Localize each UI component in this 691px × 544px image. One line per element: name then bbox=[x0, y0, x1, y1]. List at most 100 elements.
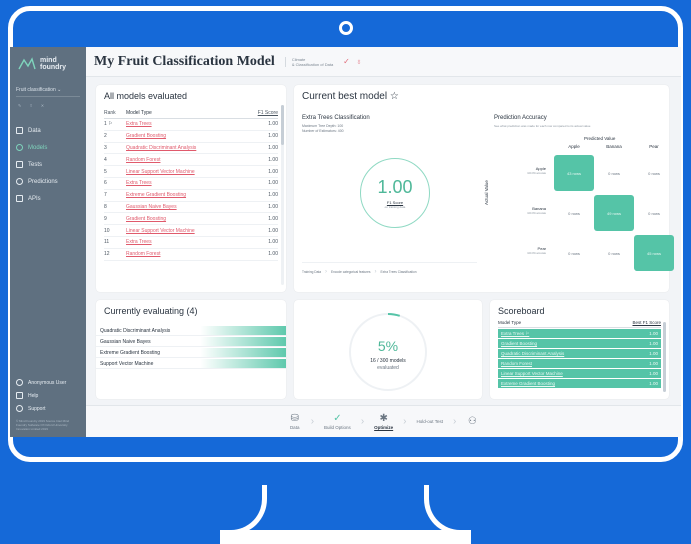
step-hold-out-test[interactable]: Hold-out Test bbox=[417, 419, 443, 424]
model-type-link[interactable]: Extra Trees bbox=[126, 180, 252, 186]
rank-cell: 9 bbox=[104, 215, 107, 222]
user-menu[interactable]: Anonymous User bbox=[10, 376, 86, 389]
param-line: Number of Estimators: 400 bbox=[302, 128, 344, 133]
folder-icon bbox=[16, 127, 23, 134]
table-row[interactable]: Gradient Boosting 1.00 bbox=[498, 339, 661, 348]
model-type-link[interactable]: Random Forest bbox=[126, 251, 252, 257]
table-row[interactable]: 6 Extra Trees 1.00 bbox=[104, 178, 278, 190]
table-row[interactable]: Linear Support Vector Machine 1.00 bbox=[498, 369, 661, 378]
table-row[interactable]: 4 Random Forest 1.00 bbox=[104, 154, 278, 167]
panel-title: All models evaluated bbox=[104, 91, 188, 101]
step-build-options[interactable]: ✓ Build Options bbox=[324, 413, 351, 430]
sidebar-item-apis[interactable]: APIs bbox=[10, 190, 86, 207]
model-type-link[interactable]: Gradient Boosting bbox=[126, 133, 252, 139]
share-icon[interactable]: ⇪ bbox=[29, 103, 32, 108]
matrix-cell: 43 rows bbox=[554, 155, 594, 191]
model-type-link[interactable]: Extra Trees bbox=[126, 239, 252, 245]
model-type-link[interactable]: Quadratic Discriminant Analysis bbox=[501, 351, 638, 356]
copyright-text: © Mind Foundry 2019 Source Intel Mind Fo… bbox=[16, 419, 70, 431]
model-type-link[interactable]: Extreme Gradient Boosting bbox=[501, 381, 638, 386]
best-score-value: 1.00 bbox=[377, 177, 413, 197]
rank-cell: 6 bbox=[104, 180, 107, 187]
support-link[interactable]: Support bbox=[10, 402, 86, 415]
project-selector[interactable]: Fruit classification ⌄ bbox=[16, 87, 80, 97]
sidebar-footer: Anonymous User Help Support © Mind Found… bbox=[10, 376, 86, 431]
score-cell: 1.00 bbox=[268, 192, 278, 199]
model-type-link[interactable]: Extra Trees bbox=[126, 121, 252, 127]
step-optimize[interactable]: ✱ Optimize bbox=[374, 413, 393, 430]
score-cell: 1.00 bbox=[268, 239, 278, 246]
sidebar-nav: Data Models Tests Predictions APIs bbox=[10, 122, 86, 207]
model-type-link[interactable]: Gradient Boosting bbox=[501, 341, 638, 346]
column-header-type[interactable]: Model Type bbox=[126, 110, 252, 116]
edit-icon[interactable]: ✎ bbox=[18, 103, 21, 108]
model-type-link[interactable]: Linear Support Vector Machine bbox=[501, 371, 638, 376]
table-scrollbar[interactable] bbox=[281, 105, 284, 285]
table-row[interactable]: 10 Linear Support Vector Machine 1.00 bbox=[104, 225, 278, 237]
delete-icon[interactable]: ✕ bbox=[41, 103, 44, 108]
model-type-link[interactable]: Gradient Boosting bbox=[126, 216, 252, 222]
table-row[interactable]: 2 Gradient Boosting 1.00 bbox=[104, 131, 278, 143]
chart-icon bbox=[16, 178, 23, 185]
rank-cell: 8 bbox=[104, 203, 107, 210]
table-row[interactable]: 11 Extra Trees 1.00 bbox=[104, 237, 278, 249]
table-row[interactable]: 3 Quadratic Discriminant Analysis 1.00 bbox=[104, 143, 278, 155]
score-cell: 1.00 bbox=[649, 371, 658, 376]
help-link[interactable]: Help bbox=[10, 389, 86, 402]
model-type-link[interactable]: Random Forest bbox=[501, 361, 638, 366]
table-row[interactable]: Extreme Gradient Boosting 1.00 bbox=[498, 379, 661, 388]
list-item: Quadratic Discriminant Analysis bbox=[96, 326, 286, 336]
model-type-link[interactable]: Extreme Gradient Boosting bbox=[126, 192, 252, 198]
pipeline-step: Extra Trees Classification bbox=[380, 270, 417, 274]
sidebar-item-tests[interactable]: Tests bbox=[10, 156, 86, 173]
chevron-right-icon: › bbox=[325, 269, 328, 275]
sidebar-item-predictions[interactable]: Predictions bbox=[10, 173, 86, 190]
column-header-score[interactable]: Best F1 Score bbox=[621, 320, 661, 325]
delete-model-icon[interactable]: ♁ bbox=[356, 57, 362, 66]
score-cell: 1.00 bbox=[649, 381, 658, 386]
model-type-link[interactable]: Quadratic Discriminant Analysis bbox=[126, 145, 252, 151]
model-type-link[interactable]: Gaussian Naive Bayes bbox=[126, 204, 252, 210]
model-type-link[interactable]: Extra Trees ⚐ bbox=[501, 331, 638, 337]
actual-value-label: Actual Value bbox=[484, 180, 489, 205]
score-cell: 1.00 bbox=[649, 361, 658, 366]
api-icon bbox=[16, 195, 23, 202]
edit-title-icon[interactable]: ✓ bbox=[343, 57, 350, 66]
column-header-rank[interactable]: Rank bbox=[104, 110, 126, 116]
table-row[interactable]: 12 Random Forest 1.00 bbox=[104, 249, 278, 261]
rank-cell: 7 bbox=[104, 192, 107, 199]
model-meta: Climate & Classification of Data bbox=[284, 56, 333, 67]
score-cell: 1.00 bbox=[268, 168, 278, 175]
sidebar-item-data[interactable]: Data bbox=[10, 122, 86, 139]
model-type-link[interactable]: Linear Support Vector Machine bbox=[126, 228, 252, 234]
table-row[interactable]: 9 Gradient Boosting 1.00 bbox=[104, 213, 278, 226]
column-header-score[interactable]: F1 Score bbox=[252, 110, 278, 116]
panel-title[interactable]: Current best model ☆ bbox=[302, 91, 661, 102]
table-row[interactable]: 5 Linear Support Vector Machine 1.00 bbox=[104, 166, 278, 178]
score-cell: 1.00 bbox=[268, 133, 278, 140]
table-row[interactable]: Quadratic Discriminant Analysis 1.00 bbox=[498, 349, 661, 358]
sidebar-item-models[interactable]: Models bbox=[10, 139, 86, 156]
score-cell: 1.00 bbox=[649, 341, 658, 346]
param-line: Maximum Tree Depth: 100 bbox=[302, 124, 344, 128]
evaluating-panel: Currently evaluating (4) Quadratic Discr… bbox=[96, 300, 286, 399]
brand-logo[interactable]: mind foundry bbox=[10, 47, 86, 79]
brand-line-2: foundry bbox=[40, 64, 67, 71]
step-deploy[interactable]: ⚇ bbox=[466, 416, 478, 428]
table-row[interactable]: Random Forest 1.00 bbox=[498, 359, 661, 368]
model-type-link[interactable]: Random Forest bbox=[126, 157, 252, 163]
scrollbar-thumb[interactable] bbox=[281, 105, 284, 145]
model-type-link[interactable]: Linear Support Vector Machine bbox=[126, 169, 252, 175]
score-cell: 1.00 bbox=[268, 251, 278, 258]
table-row[interactable]: 8 Gaussian Naive Bayes 1.00 bbox=[104, 202, 278, 214]
class-accuracy: 100.0% accurate bbox=[527, 171, 546, 175]
table-row[interactable]: 1 ⚐ Extra Trees 1.00 bbox=[104, 119, 278, 131]
rank-cell: 10 bbox=[104, 227, 110, 234]
scoreboard-scrollbar[interactable] bbox=[663, 322, 666, 392]
matrix-cell: 49 rows bbox=[594, 195, 634, 231]
table-row[interactable]: Extra Trees ⚐ 1.00 bbox=[498, 329, 661, 338]
scoreboard-panel: Scoreboard Model Type Best F1 Score Extr… bbox=[490, 300, 669, 399]
table-row[interactable]: 7 Extreme Gradient Boosting 1.00 bbox=[104, 190, 278, 202]
sidebar-item-label: Tests bbox=[28, 161, 43, 168]
step-data[interactable]: ⛁ Data bbox=[289, 413, 301, 430]
